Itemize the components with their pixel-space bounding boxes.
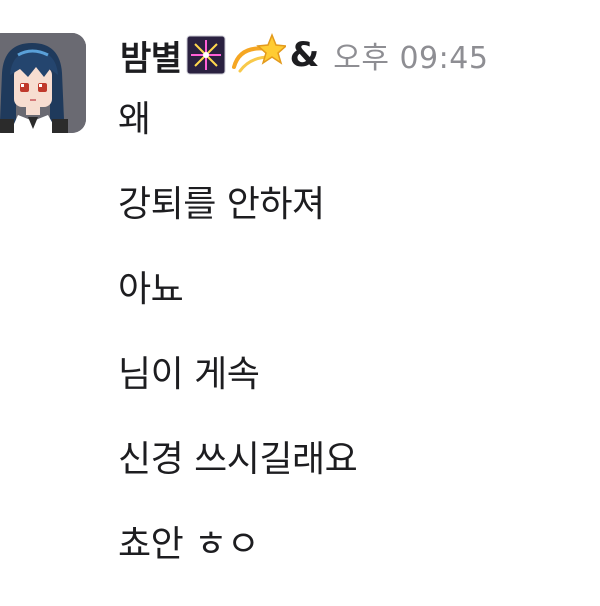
message-header: 밤별 & 오후 09:45 — [120, 30, 488, 80]
dizzy-star-emoji-icon — [230, 31, 286, 79]
fireworks-emoji-icon — [186, 35, 226, 75]
message-line: 신경 쓰시길래요 — [118, 439, 358, 480]
username[interactable]: 밤별 — [120, 31, 182, 80]
chat-message: 밤별 & 오후 09:45 왜 강퇴를 안하져 아뇨 님이 게속 신경 쓰시길래… — [0, 0, 600, 600]
message-line: 강퇴를 안하져 — [118, 184, 325, 225]
username-suffix: & — [289, 35, 320, 75]
message-line: 아뇨 — [118, 269, 184, 310]
message-line: 왜 — [118, 99, 151, 140]
message-line: 쵸안 ㅎㅇ — [118, 524, 260, 565]
user-avatar[interactable] — [0, 33, 86, 133]
message-lines: 왜 강퇴를 안하져 아뇨 님이 게속 신경 쓰시길래요 쵸안 ㅎㅇ — [118, 96, 358, 606]
message-timestamp: 오후 09:45 — [333, 41, 489, 76]
message-line: 님이 게속 — [118, 354, 260, 395]
pixel-character-avatar-icon — [0, 33, 86, 133]
